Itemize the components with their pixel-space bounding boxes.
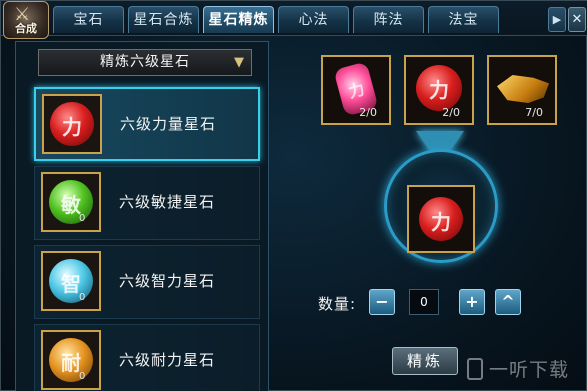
- agility-stone-icon: 敏: [49, 180, 93, 224]
- list-item-strength-stone[interactable]: 力 六级力量星石: [34, 87, 260, 161]
- list-item-intellect-stone[interactable]: 智 0 六级智力星石: [34, 245, 260, 319]
- item-count: 0: [79, 292, 86, 303]
- list-item-agility-stone[interactable]: 敏 0 六级敏捷星石: [34, 166, 260, 240]
- item-slot: 智 0: [41, 251, 101, 311]
- tab-mind-art[interactable]: 心法: [278, 6, 349, 33]
- material-count: 7/0: [525, 106, 543, 119]
- gold-shard-icon: [497, 75, 549, 103]
- material-slot-strength-stone[interactable]: 力 2/0: [404, 55, 474, 125]
- item-slot: 耐 0: [41, 330, 101, 390]
- material-slot-gold-shard[interactable]: 7/0: [487, 55, 557, 125]
- tab-formation[interactable]: 阵法: [353, 6, 424, 33]
- item-count: 0: [79, 213, 86, 224]
- intellect-stone-icon: 智: [49, 259, 93, 303]
- tab-gems[interactable]: 宝石: [53, 6, 124, 33]
- max-button[interactable]: ^: [495, 289, 521, 315]
- grade-dropdown[interactable]: 精炼六级星石 ▼: [38, 49, 252, 76]
- material-count: 2/0: [359, 106, 377, 119]
- quantity-input[interactable]: 0: [409, 289, 439, 315]
- decrease-button[interactable]: −: [369, 289, 395, 315]
- list-item-stamina-stone[interactable]: 耐 0 六级耐力星石: [34, 324, 260, 391]
- strength-stone-icon: 力: [416, 65, 462, 111]
- material-slot-pink-crystal[interactable]: 力 2/0: [321, 55, 391, 125]
- tab-bar: ⚔ 合成 宝石 星石合炼 星石精炼 心法 阵法 法宝 ▶ ✕: [1, 1, 587, 39]
- material-count: 2/0: [442, 106, 460, 119]
- watermark-text: 一听下载: [489, 359, 570, 381]
- strength-stone-icon: 力: [419, 197, 463, 241]
- chevron-right-icon[interactable]: ▶: [548, 7, 566, 32]
- badge-label: 合成: [15, 22, 37, 35]
- item-label: 六级力量星石: [120, 115, 217, 133]
- result-slot[interactable]: 力: [407, 185, 475, 253]
- stone-list-panel: 精炼六级星石 ▼ 力 六级力量星石 敏 0 六级敏捷星石 智 0 六级智力星石 …: [15, 41, 269, 391]
- item-label: 六级耐力星石: [119, 351, 216, 369]
- dropdown-value: 精炼六级星石: [100, 54, 190, 70]
- synthesis-badge: ⚔ 合成: [3, 1, 49, 39]
- tab-treasure[interactable]: 法宝: [428, 6, 499, 33]
- item-label: 六级敏捷星石: [119, 193, 216, 211]
- tab-star-combine[interactable]: 星石合炼: [128, 6, 199, 33]
- chevron-down-icon: ▼: [234, 55, 245, 70]
- synthesis-window: ⚔ 合成 宝石 星石合炼 星石精炼 心法 阵法 法宝 ▶ ✕ 精炼六级星石 ▼ …: [0, 0, 587, 391]
- quantity-label: 数量:: [318, 295, 357, 313]
- strength-stone-icon: 力: [50, 102, 94, 146]
- item-label: 六级智力星石: [119, 272, 216, 290]
- item-count: 0: [79, 371, 86, 382]
- watermark: 一听下载: [467, 355, 569, 382]
- increase-button[interactable]: +: [459, 289, 485, 315]
- close-icon[interactable]: ✕: [568, 7, 586, 32]
- stamina-stone-icon: 耐: [49, 338, 93, 382]
- refine-button[interactable]: 精炼: [392, 347, 458, 375]
- tab-star-refine[interactable]: 星石精炼: [203, 6, 274, 33]
- item-slot: 敏 0: [41, 172, 101, 232]
- watermark-logo-icon: [467, 358, 483, 380]
- item-slot: 力: [42, 94, 102, 154]
